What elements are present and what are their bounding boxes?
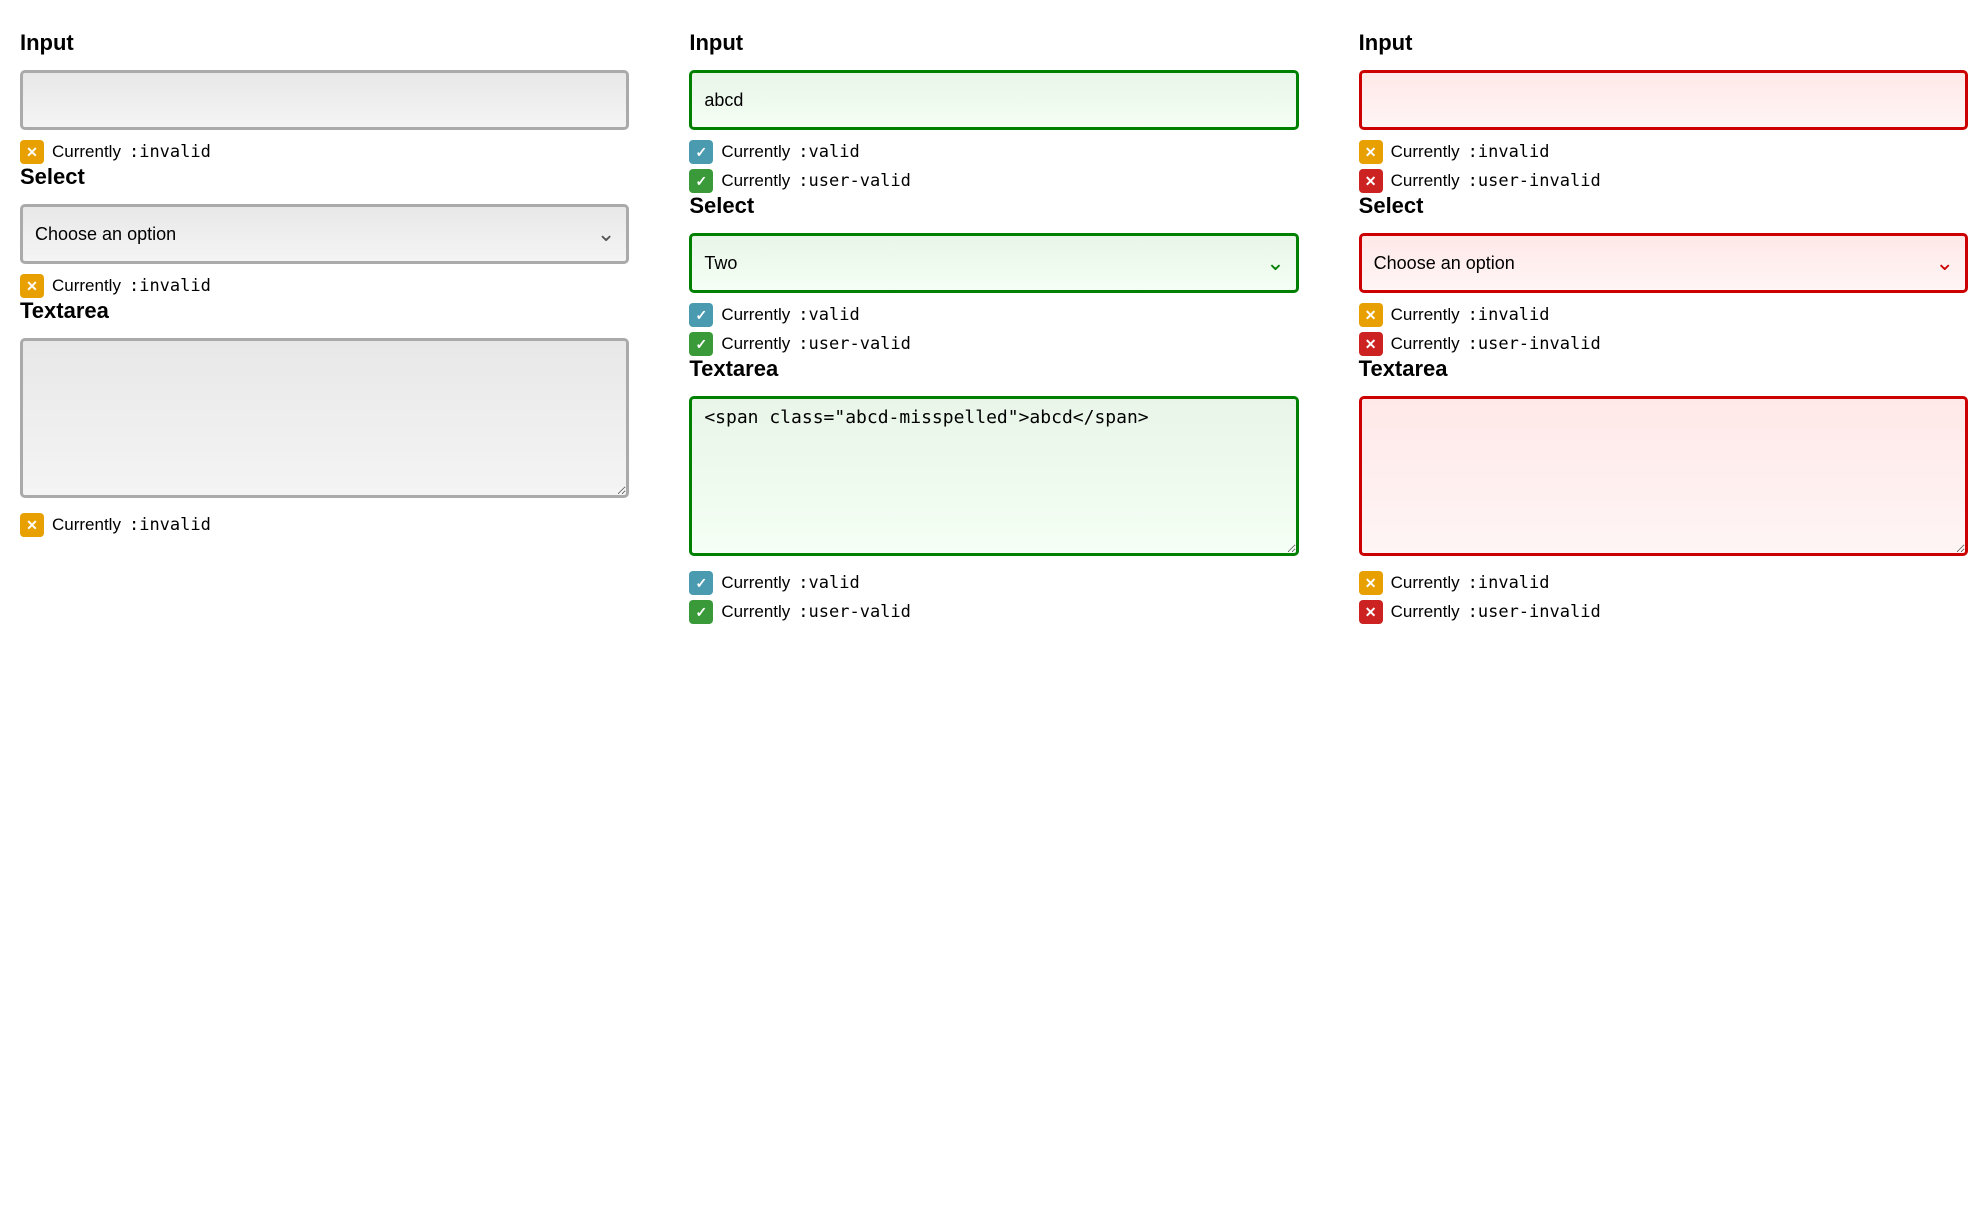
badge-blue-3: ✓ <box>689 571 713 595</box>
badge-blue-1: ✓ <box>689 140 713 164</box>
select-label-default: Select <box>20 164 629 190</box>
badge-green-3: ✓ <box>689 600 713 624</box>
status-invalid-textarea-3: ✕ Currently :invalid <box>1359 571 1968 595</box>
status-user-invalid-select: ✕ Currently :user-invalid <box>1359 332 1968 356</box>
textarea-label-user-invalid: Textarea <box>1359 356 1968 382</box>
badge-blue-2: ✓ <box>689 303 713 327</box>
textarea-wrapper-user-invalid <box>1359 396 1968 561</box>
textarea-user-invalid[interactable] <box>1359 396 1968 556</box>
select-label-valid: Select <box>689 193 1298 219</box>
textarea-valid[interactable]: <span class="abcd-misspelled">abcd</span… <box>689 396 1298 556</box>
badge-orange-1: ✕ <box>20 140 44 164</box>
cell-input-user-invalid: Input ✕ Currently :invalid ✕ Currently :… <box>1359 30 1968 193</box>
status-list-select-valid: ✓ Currently :valid ✓ Currently :user-val… <box>689 303 1298 356</box>
column-user-invalid: Input ✕ Currently :invalid ✕ Currently :… <box>1359 30 1968 624</box>
select-label-user-invalid: Select <box>1359 193 1968 219</box>
status-user-invalid-textarea: ✕ Currently :user-invalid <box>1359 600 1968 624</box>
select-user-invalid[interactable]: Choose an option One Two Three <box>1359 233 1968 293</box>
badge-red-1: ✕ <box>1359 169 1383 193</box>
status-valid-input: ✓ Currently :valid <box>689 140 1298 164</box>
badge-green-2: ✓ <box>689 332 713 356</box>
status-list-select-user-invalid: ✕ Currently :invalid ✕ Currently :user-i… <box>1359 303 1968 356</box>
status-user-invalid-input: ✕ Currently :user-invalid <box>1359 169 1968 193</box>
status-valid-select: ✓ Currently :valid <box>689 303 1298 327</box>
select-valid[interactable]: Choose an option One Two Three <box>689 233 1298 293</box>
status-invalid-input-3: ✕ Currently :invalid <box>1359 140 1968 164</box>
status-valid-textarea: ✓ Currently :valid <box>689 571 1298 595</box>
status-user-valid-input: ✓ Currently :user-valid <box>689 169 1298 193</box>
main-grid: Input ✕ Currently :invalid Select Choose… <box>20 30 1968 624</box>
textarea-default[interactable] <box>20 338 629 498</box>
input-label-user-invalid: Input <box>1359 30 1968 56</box>
badge-orange-3: ✕ <box>20 513 44 537</box>
cell-select-default: Select Choose an option One Two Three ⌄ … <box>20 164 629 298</box>
badge-orange-5: ✕ <box>1359 303 1383 327</box>
select-wrapper-valid: Choose an option One Two Three ⌄ <box>689 233 1298 293</box>
status-list-textarea-user-invalid: ✕ Currently :invalid ✕ Currently :user-i… <box>1359 571 1968 624</box>
textarea-label-default: Textarea <box>20 298 629 324</box>
input-valid[interactable] <box>689 70 1298 130</box>
cell-select-valid: Select Choose an option One Two Three ⌄ … <box>689 193 1298 356</box>
status-list-input-user-invalid: ✕ Currently :invalid ✕ Currently :user-i… <box>1359 140 1968 193</box>
input-label-valid: Input <box>689 30 1298 56</box>
status-invalid-select-3: ✕ Currently :invalid <box>1359 303 1968 327</box>
badge-red-2: ✕ <box>1359 332 1383 356</box>
column-valid: Input ✓ Currently :valid ✓ Currently :us… <box>689 30 1298 624</box>
status-list-textarea-valid: ✓ Currently :valid ✓ Currently :user-val… <box>689 571 1298 624</box>
column-default: Input ✕ Currently :invalid Select Choose… <box>20 30 629 624</box>
badge-red-3: ✕ <box>1359 600 1383 624</box>
cell-textarea-default: Textarea ✕ Currently :invalid <box>20 298 629 537</box>
input-label-default: Input <box>20 30 629 56</box>
cell-textarea-valid: Textarea <span class="abcd-misspelled">a… <box>689 356 1298 624</box>
input-default[interactable] <box>20 70 629 130</box>
cell-input-default: Input ✕ Currently :invalid <box>20 30 629 164</box>
badge-orange-4: ✕ <box>1359 140 1383 164</box>
textarea-wrapper-valid: <span class="abcd-misspelled">abcd</span… <box>689 396 1298 561</box>
status-list-input-default: ✕ Currently :invalid <box>20 140 629 164</box>
status-list-textarea-default: ✕ Currently :invalid <box>20 513 629 537</box>
select-wrapper-user-invalid: Choose an option One Two Three ⌄ <box>1359 233 1968 293</box>
status-invalid-textarea-default: ✕ Currently :invalid <box>20 513 629 537</box>
badge-orange-2: ✕ <box>20 274 44 298</box>
status-invalid-select-default: ✕ Currently :invalid <box>20 274 629 298</box>
status-user-valid-textarea: ✓ Currently :user-valid <box>689 600 1298 624</box>
status-list-select-default: ✕ Currently :invalid <box>20 274 629 298</box>
select-wrapper-default: Choose an option One Two Three ⌄ <box>20 204 629 264</box>
status-user-valid-select: ✓ Currently :user-valid <box>689 332 1298 356</box>
status-invalid-default: ✕ Currently :invalid <box>20 140 629 164</box>
input-user-invalid[interactable] <box>1359 70 1968 130</box>
status-list-input-valid: ✓ Currently :valid ✓ Currently :user-val… <box>689 140 1298 193</box>
badge-orange-6: ✕ <box>1359 571 1383 595</box>
textarea-label-valid: Textarea <box>689 356 1298 382</box>
badge-green-1: ✓ <box>689 169 713 193</box>
select-default[interactable]: Choose an option One Two Three <box>20 204 629 264</box>
cell-input-valid: Input ✓ Currently :valid ✓ Currently :us… <box>689 30 1298 193</box>
textarea-wrapper-default <box>20 338 629 503</box>
cell-textarea-user-invalid: Textarea ✕ Currently :invalid ✕ Currentl… <box>1359 356 1968 624</box>
cell-select-user-invalid: Select Choose an option One Two Three ⌄ … <box>1359 193 1968 356</box>
